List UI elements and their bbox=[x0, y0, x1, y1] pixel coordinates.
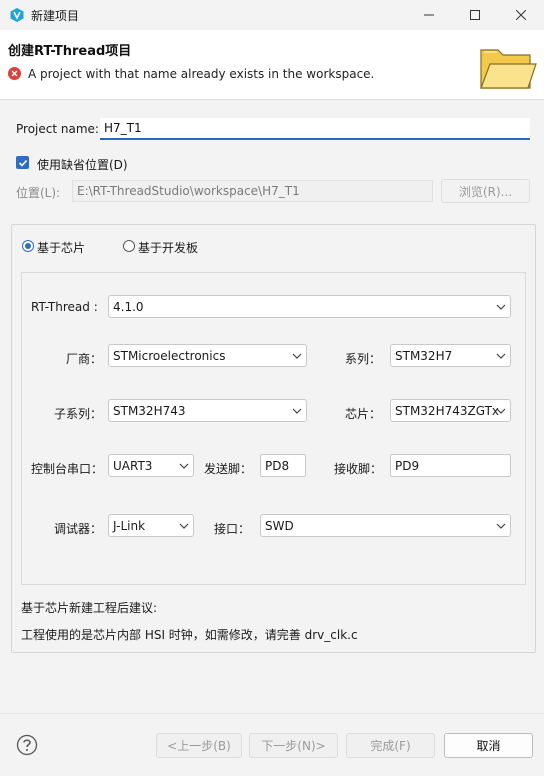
series-select[interactable]: STM32H7 bbox=[390, 344, 511, 367]
radio-based-on-chip[interactable] bbox=[22, 240, 34, 252]
footer-divider bbox=[0, 713, 544, 714]
chip-config-group bbox=[21, 272, 526, 585]
maximize-button[interactable] bbox=[452, 0, 498, 30]
rtthread-version-label: RT-Thread : bbox=[31, 300, 98, 314]
console-uart-label: 控制台串口： bbox=[31, 462, 104, 476]
interface-value: SWD bbox=[265, 518, 294, 533]
rtthread-version-select[interactable]: 4.1.0 bbox=[108, 295, 511, 318]
minimize-button[interactable] bbox=[406, 0, 452, 30]
series-value: STM32H7 bbox=[395, 348, 453, 363]
project-name-label: Project name: bbox=[16, 122, 99, 136]
chevron-down-icon bbox=[496, 408, 506, 414]
close-button[interactable] bbox=[498, 0, 544, 30]
vendor-label: 厂商： bbox=[66, 352, 103, 366]
advice-title: 基于芯片新建工程后建议: bbox=[21, 601, 158, 615]
error-message: A project with that name already exists … bbox=[28, 67, 375, 81]
tx-pin-input[interactable]: PD8 bbox=[260, 454, 306, 477]
subseries-value: STM32H743 bbox=[113, 403, 186, 418]
console-uart-value: UART3 bbox=[113, 458, 153, 473]
maximize-icon bbox=[470, 10, 480, 20]
folder-icon bbox=[478, 42, 538, 94]
chevron-down-icon bbox=[496, 523, 506, 529]
location-input[interactable] bbox=[72, 180, 433, 202]
radio-chip-label: 基于芯片 bbox=[37, 241, 86, 255]
rx-pin-input[interactable]: PD9 bbox=[390, 454, 511, 477]
interface-select[interactable]: SWD bbox=[260, 514, 511, 537]
series-label: 系列： bbox=[345, 352, 382, 366]
debugger-select[interactable]: J-Link bbox=[108, 514, 194, 537]
chevron-down-icon bbox=[179, 523, 189, 529]
default-location-checkbox[interactable] bbox=[16, 156, 29, 169]
close-icon bbox=[516, 10, 526, 20]
back-button[interactable]: <上一步(B) bbox=[156, 733, 242, 758]
default-location-label: 使用缺省位置(D) bbox=[37, 158, 128, 172]
chip-value: STM32H743ZGTx bbox=[395, 403, 500, 418]
vendor-value: STMicroelectronics bbox=[113, 348, 226, 363]
chevron-down-icon bbox=[496, 353, 506, 359]
subseries-select[interactable]: STM32H743 bbox=[108, 399, 307, 422]
rx-pin-label: 接收脚： bbox=[334, 462, 383, 476]
chip-select[interactable]: STM32H743ZGTx bbox=[390, 399, 511, 422]
chevron-down-icon bbox=[292, 353, 302, 359]
checkmark-icon bbox=[18, 159, 27, 167]
location-label: 位置(L): bbox=[16, 186, 61, 200]
debugger-label: 调试器： bbox=[54, 522, 103, 536]
page-title: 创建RT-Thread项目 bbox=[8, 44, 132, 59]
console-uart-select[interactable]: UART3 bbox=[108, 454, 194, 477]
finish-button[interactable]: 完成(F) bbox=[346, 733, 435, 758]
cancel-button[interactable]: 取消 bbox=[444, 733, 533, 758]
chevron-down-icon bbox=[292, 408, 302, 414]
vendor-select[interactable]: STMicroelectronics bbox=[108, 344, 307, 367]
chip-label: 芯片： bbox=[345, 407, 382, 421]
subseries-label: 子系列： bbox=[54, 407, 103, 421]
radio-board-label: 基于开发板 bbox=[138, 241, 199, 255]
help-icon[interactable] bbox=[16, 734, 38, 756]
interface-label: 接口： bbox=[214, 522, 251, 536]
window-title: 新建项目 bbox=[31, 9, 80, 23]
next-button[interactable]: 下一步(N)> bbox=[249, 733, 338, 758]
advice-text: 工程使用的是芯片内部 HSI 时钟，如需修改，请完善 drv_clk.c bbox=[21, 628, 358, 642]
rt-thread-studio-icon bbox=[9, 7, 25, 23]
chevron-down-icon bbox=[496, 304, 506, 310]
project-name-input[interactable] bbox=[100, 118, 530, 140]
browse-button[interactable]: 浏览(R)... bbox=[441, 179, 530, 203]
chevron-down-icon bbox=[179, 463, 189, 469]
radio-based-on-board[interactable] bbox=[123, 240, 135, 252]
tx-pin-label: 发送脚： bbox=[204, 462, 253, 476]
error-icon bbox=[8, 67, 21, 80]
rtthread-version-value: 4.1.0 bbox=[113, 299, 144, 314]
debugger-value: J-Link bbox=[113, 518, 146, 533]
minimize-icon bbox=[424, 14, 434, 16]
